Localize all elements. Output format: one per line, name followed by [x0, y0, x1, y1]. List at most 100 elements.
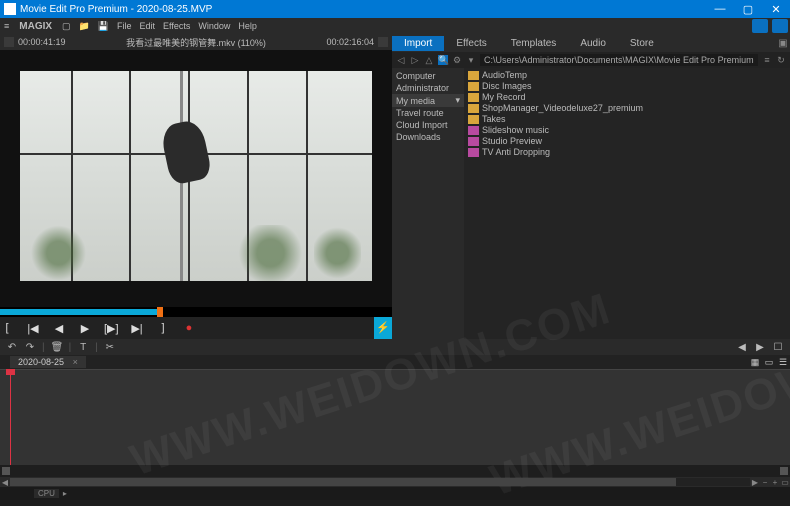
- sequence-tab[interactable]: 2020-08-25 ×: [10, 356, 86, 368]
- minimize-button[interactable]: —: [706, 3, 734, 15]
- in-point-button[interactable]: [: [0, 322, 14, 334]
- list-item[interactable]: ShopManager_Videodeluxe27_premium: [468, 103, 786, 114]
- nudge-right-button[interactable]: ▶: [754, 342, 766, 353]
- scroll-right-icon[interactable]: ▶: [750, 478, 760, 487]
- main-area: 00:00:41:19 我看过最唯美的钢管舞.mkv (110%) 00:02:…: [0, 34, 790, 339]
- lightning-button[interactable]: ⚡: [374, 317, 392, 339]
- tab-templates[interactable]: Templates: [499, 36, 569, 51]
- folder-icon: [468, 148, 479, 157]
- list-item[interactable]: Disc Images: [468, 81, 786, 92]
- nav-back-icon[interactable]: ◁: [396, 55, 406, 65]
- tabs-collapse-icon[interactable]: ▣: [776, 38, 790, 49]
- scrub-playhead[interactable]: [157, 307, 163, 317]
- nav-search-icon[interactable]: 🔍: [438, 55, 448, 65]
- preview-pane: 00:00:41:19 我看过最唯美的钢管舞.mkv (110%) 00:02:…: [0, 34, 392, 339]
- tree-item-computer[interactable]: Computer: [392, 70, 464, 82]
- zoom-in-icon[interactable]: +: [770, 478, 780, 487]
- timeline-view-icon-2[interactable]: ▭: [762, 357, 776, 368]
- folder-icon: [468, 104, 479, 113]
- save-icon[interactable]: 💾: [94, 21, 113, 32]
- monitor-menu-icon[interactable]: [4, 37, 14, 47]
- zoom-fit-icon[interactable]: ▭: [780, 478, 790, 487]
- window-title: Movie Edit Pro Premium - 2020-08-25.MVP: [20, 4, 212, 15]
- monitor-settings-icon[interactable]: [378, 37, 388, 47]
- transport-bar: [ |◀ ◀ ▶ [▶] ▶| ] ● ⚡: [0, 317, 392, 339]
- list-item[interactable]: My Record: [468, 92, 786, 103]
- close-icon[interactable]: ×: [73, 357, 78, 367]
- preview-info-strip: 00:00:41:19 我看过最唯美的钢管舞.mkv (110%) 00:02:…: [0, 34, 392, 50]
- menu-edit[interactable]: Edit: [136, 21, 160, 31]
- path-text[interactable]: C:\Users\Administrator\Documents\MAGIX\M…: [480, 54, 758, 66]
- folder-icon: [468, 115, 479, 124]
- menu-effects[interactable]: Effects: [159, 21, 194, 31]
- tree-item-cloud-import[interactable]: Cloud Import: [392, 119, 464, 131]
- timeline-header: 2020-08-25 × ▦ ▭ ☰: [0, 355, 790, 369]
- title-button[interactable]: T: [77, 342, 89, 353]
- location-tree: Computer Administrator My media▾ Travel …: [392, 68, 464, 339]
- clip-title: 我看过最唯美的钢管舞.mkv (110%): [70, 36, 323, 49]
- tab-audio[interactable]: Audio: [568, 36, 618, 51]
- zoom-handle-left[interactable]: [2, 467, 10, 475]
- video-preview[interactable]: [0, 50, 392, 307]
- timeline-hscroll: ◀ ▶ − + ▭: [0, 477, 790, 487]
- folder-icon: [468, 82, 479, 91]
- export-button[interactable]: [752, 19, 768, 33]
- zoom-handle-right[interactable]: [780, 467, 788, 475]
- menu-window[interactable]: Window: [194, 21, 234, 31]
- prev-frame-button[interactable]: ◀: [52, 322, 66, 335]
- new-icon[interactable]: ▢: [58, 21, 75, 32]
- razor-button[interactable]: ✂: [104, 342, 116, 353]
- timeline-tracks[interactable]: WWW.WEIDOWN.COM WWW.WEIDOWN.COM: [0, 369, 790, 465]
- chevron-down-icon[interactable]: ▾: [455, 95, 460, 106]
- redo-button[interactable]: ↷: [24, 342, 36, 353]
- tab-import[interactable]: Import: [392, 36, 444, 51]
- to-end-button[interactable]: ▶|: [130, 322, 144, 335]
- to-start-button[interactable]: |◀: [26, 322, 40, 335]
- timeline-view-icon-3[interactable]: ☰: [776, 357, 790, 368]
- list-item[interactable]: Studio Preview: [468, 136, 786, 147]
- brand-label: MAGIX: [13, 21, 58, 32]
- tree-item-downloads[interactable]: Downloads: [392, 131, 464, 143]
- list-item[interactable]: Slideshow music: [468, 125, 786, 136]
- path-refresh-icon[interactable]: ↻: [776, 55, 786, 65]
- maximize-button[interactable]: ▢: [734, 3, 762, 16]
- close-button[interactable]: ✕: [762, 3, 790, 16]
- status-bar: CPU ▸: [0, 487, 790, 500]
- play-button[interactable]: ▶: [78, 322, 92, 335]
- timecode-left: 00:00:41:19: [18, 37, 66, 47]
- media-pane: Import Effects Templates Audio Store ▣ ◁…: [392, 34, 790, 339]
- menu-file[interactable]: File: [113, 21, 136, 31]
- hscroll-track[interactable]: [10, 478, 750, 486]
- nav-view-icon[interactable]: ▾: [466, 55, 476, 65]
- menu-help[interactable]: Help: [234, 21, 261, 31]
- zoom-out-icon[interactable]: −: [760, 478, 770, 487]
- nav-settings-icon[interactable]: ⚙: [452, 55, 462, 65]
- timeline-view-icon-1[interactable]: ▦: [748, 357, 762, 368]
- list-item[interactable]: AudioTemp: [468, 70, 786, 81]
- list-item[interactable]: TV Anti Dropping: [468, 147, 786, 158]
- hscroll-thumb[interactable]: [10, 478, 676, 486]
- scroll-left-icon[interactable]: ◀: [0, 478, 10, 487]
- undo-button[interactable]: ↶: [6, 342, 18, 353]
- share-button[interactable]: [772, 19, 788, 33]
- sequence-tab-label: 2020-08-25: [18, 357, 64, 367]
- preview-scrubber[interactable]: [0, 307, 392, 317]
- nudge-left-button[interactable]: ◀: [736, 342, 748, 353]
- next-frame-button[interactable]: [▶]: [104, 322, 118, 335]
- view-mode-button[interactable]: ☐: [772, 342, 784, 353]
- hamburger-icon[interactable]: ≡: [0, 21, 13, 31]
- out-point-button[interactable]: ]: [156, 322, 170, 334]
- tree-item-administrator[interactable]: Administrator: [392, 82, 464, 94]
- options-icon[interactable]: ≡: [762, 55, 772, 65]
- tree-item-my-media[interactable]: My media▾: [392, 94, 464, 107]
- nav-up-icon[interactable]: △: [424, 55, 434, 65]
- trash-button[interactable]: 🗑: [51, 342, 63, 353]
- open-icon[interactable]: 📁: [75, 21, 94, 32]
- list-item[interactable]: Takes: [468, 114, 786, 125]
- tab-effects[interactable]: Effects: [444, 36, 498, 51]
- record-button[interactable]: ●: [182, 322, 196, 334]
- tree-item-travel-route[interactable]: Travel route: [392, 107, 464, 119]
- app-icon: [4, 3, 16, 15]
- tab-store[interactable]: Store: [618, 36, 666, 51]
- nav-fwd-icon[interactable]: ▷: [410, 55, 420, 65]
